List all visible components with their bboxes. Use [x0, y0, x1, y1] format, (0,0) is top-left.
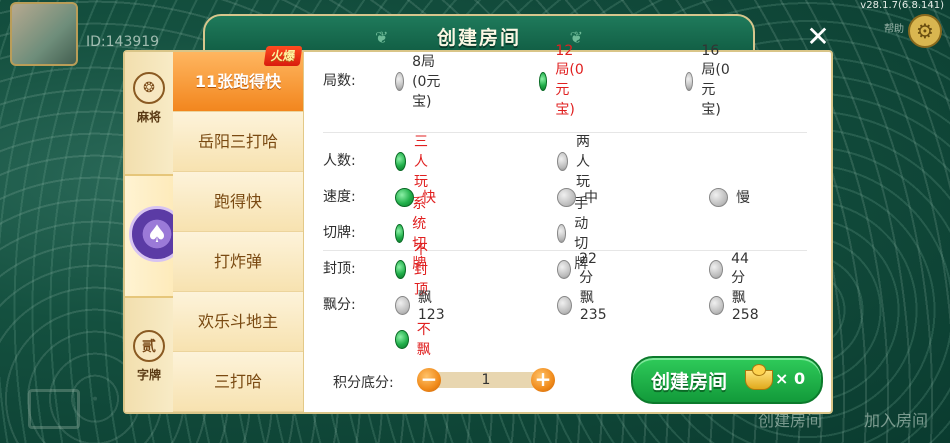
float-label: 飘分:	[323, 297, 356, 313]
radio-checked-icon	[395, 223, 405, 243]
radio-icon	[557, 187, 576, 207]
float-option-235[interactable]: 飘235	[557, 290, 611, 323]
base-score-stepper: 1 − +	[417, 368, 555, 392]
create-cost: × 0	[775, 369, 806, 388]
option-label: 44分	[731, 251, 749, 286]
radio-icon	[557, 223, 567, 243]
create-room-label: 创建房间	[651, 371, 728, 393]
option-label: 飘258	[731, 290, 759, 323]
option-label: 飘235	[579, 290, 607, 323]
close-icon[interactable]: ✕	[801, 20, 835, 54]
game-tab-yueyang-sandaha[interactable]: 岳阳三打哈	[173, 112, 303, 172]
decrement-button[interactable]: −	[417, 368, 441, 392]
help-link[interactable]: 帮助	[884, 20, 904, 35]
float-option-none[interactable]: 不飘	[395, 322, 436, 358]
speed-label: 速度:	[323, 189, 356, 205]
speed-option-slow[interactable]: 慢	[709, 184, 750, 210]
cut-label: 切牌:	[323, 225, 356, 241]
base-score-label: 积分底分:	[333, 375, 394, 391]
radio-checked-icon	[395, 151, 406, 171]
dialog-panel: ❂ 麻将 ♠ 贰 字牌 11张跑得快 火爆 岳阳三打哈 跑得快 打炸弹 欢乐斗地…	[123, 43, 833, 414]
radio-icon	[395, 295, 410, 315]
option-label: 三人玩	[413, 134, 428, 190]
option-label: 8局(0元宝)	[412, 54, 441, 110]
category-zipai[interactable]: 贰 字牌	[125, 330, 173, 383]
game-tab-dazhadan[interactable]: 打炸弹	[173, 232, 303, 292]
cut-option-manual[interactable]: 手动切牌	[557, 196, 598, 272]
radio-icon	[709, 259, 724, 279]
players-option-3[interactable]: 三人玩	[395, 134, 436, 190]
gold-ingot-icon	[745, 364, 773, 390]
category-mahjong[interactable]: ❂ 麻将	[125, 72, 173, 125]
radio-icon	[395, 71, 405, 91]
cap-option-none[interactable]: 不封顶	[395, 242, 436, 298]
players-option-2[interactable]: 两人玩	[557, 134, 598, 190]
rounds-label: 局数:	[323, 73, 356, 89]
game-tab-doudizhu[interactable]: 欢乐斗地主	[173, 292, 303, 352]
players-label: 人数:	[323, 153, 356, 169]
radio-checked-icon	[395, 187, 414, 207]
option-label: 22分	[579, 251, 597, 286]
increment-button[interactable]: +	[531, 368, 555, 392]
gear-icon[interactable]: ⚙	[908, 14, 942, 48]
avatar[interactable]	[10, 2, 78, 66]
radio-checked-icon	[539, 71, 548, 91]
rounds-option-12[interactable]: 12局(0元宝)	[539, 43, 585, 118]
mahjong-icon: ❂	[133, 72, 165, 104]
radio-icon	[709, 187, 728, 207]
category-label: 字牌	[136, 368, 161, 382]
hot-badge: 火爆	[263, 46, 303, 66]
rounds-option-8[interactable]: 8局(0元宝)	[395, 54, 441, 110]
option-label: 12局(0元宝)	[555, 43, 584, 118]
float-option-258[interactable]: 飘258	[709, 290, 763, 323]
game-tab-11-paodekuai[interactable]: 11张跑得快 火爆	[173, 46, 303, 112]
option-label: 16局(0元宝)	[701, 43, 730, 118]
option-label: 慢	[736, 190, 750, 206]
shop-cart-icon[interactable]	[28, 389, 80, 429]
cap-option-44[interactable]: 44分	[709, 251, 754, 286]
game-list: 11张跑得快 火爆 岳阳三打哈 跑得快 打炸弹 欢乐斗地主 三打哈	[173, 46, 304, 412]
game-tab-sandaha[interactable]: 三打哈	[173, 352, 303, 412]
category-label: 麻将	[136, 110, 161, 124]
cap-label: 封顶:	[323, 261, 356, 277]
cap-option-22[interactable]: 22分	[557, 251, 602, 286]
radio-icon	[557, 259, 572, 279]
float-option-123[interactable]: 飘123	[395, 290, 449, 323]
radio-checked-icon	[395, 329, 409, 349]
divider	[323, 132, 807, 133]
game-tab-paodekuai[interactable]: 跑得快	[173, 172, 303, 232]
radio-icon	[557, 151, 568, 171]
radio-icon	[557, 295, 572, 315]
version-label: v28.1.7(6.8.141)	[860, 0, 944, 11]
zipai-icon: 贰	[133, 330, 165, 362]
radio-icon	[709, 295, 724, 315]
game-tab-label: 11张跑得快	[194, 72, 282, 91]
base-score-value: 1	[433, 372, 539, 388]
radio-checked-icon	[395, 259, 406, 279]
option-label: 飘123	[417, 290, 445, 323]
options-area: 局数: 8局(0元宝) 12局(0元宝) 16局(0元宝) 人数: 三人玩 两人…	[315, 43, 825, 358]
option-label: 两人玩	[575, 134, 590, 190]
rounds-option-16[interactable]: 16局(0元宝)	[685, 43, 731, 118]
category-column: ❂ 麻将 ♠ 贰 字牌	[125, 52, 185, 412]
bottom-join-room[interactable]: 加入房间	[864, 407, 928, 431]
radio-icon	[685, 71, 694, 91]
create-room-button[interactable]: 创建房间 × 0	[631, 356, 823, 404]
create-room-dialog: ❦ 创建房间 ❦ ✕ ❂ 麻将 ♠ 贰 字牌 11张跑得快 火爆 岳阳三打哈 跑…	[123, 14, 833, 414]
option-label: 不飘	[416, 322, 431, 358]
